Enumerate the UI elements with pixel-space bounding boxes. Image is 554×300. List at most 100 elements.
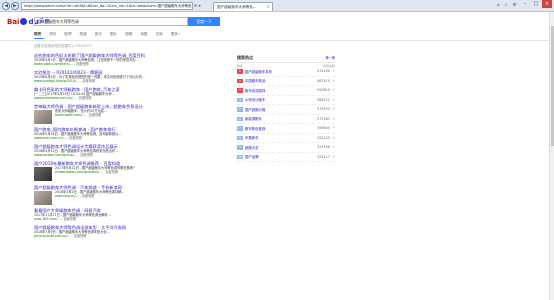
back-button[interactable]: ◀ (2, 2, 10, 10)
snapshot-link[interactable]: 百度快照 (82, 194, 95, 198)
hot-list-item[interactable]: 7 跑车配色推荐 359634 ↑ (237, 124, 335, 134)
result-thumbnail[interactable] (34, 109, 52, 124)
hot-rank-badge: 2 (237, 78, 243, 83)
search-result: 国产2019年最新跑车大师色调推荐 - 百度知道 2017年9月12日 - 国产超… (34, 161, 224, 182)
result-url: www.autohome.com.cn/... - 百度快照 (34, 96, 92, 101)
hot-item-name[interactable]: 国产超级跑车发布 (245, 69, 310, 74)
address-bar[interactable]: https://www.baidu.com/s?ie=utf-8&f=8&rsv… (21, 2, 193, 10)
snapshot-link[interactable]: 百度快照 (105, 170, 118, 174)
search-result: 国产超级跑车大师色调 - 汽车频道 - 手机新浪网 2018年3月2日 - 国产超… (34, 185, 224, 205)
hot-rank-badge: 5 (237, 107, 243, 112)
hot-item-name[interactable]: 国产品牌 (245, 154, 310, 159)
search-result: 趣卡阿色彩的大师级跑车 - 国产跑车_汽车之家 [一二三]2017年5月19日 1… (34, 87, 224, 100)
trend-up-icon: ↑ (332, 126, 335, 131)
result-url: baike.baidu.com/item/... - 百度快照 (34, 62, 89, 67)
result-count: 百度为您找到相关结果约1,250,000个 (34, 44, 92, 48)
hot-item-value: 337456 (317, 145, 330, 150)
refresh-icon[interactable]: ⟳ ▾ (194, 3, 210, 9)
result-url-text: www.cnblogs.com/p/2014/... (34, 79, 80, 84)
result-url-text: auto.163.com/... (34, 217, 61, 222)
search-button[interactable]: 百度一下 (188, 17, 220, 26)
result-url-text: baike.baidu.com/item/... (34, 62, 73, 67)
tab-2[interactable]: 贴吧 (64, 32, 71, 38)
hot-list-item[interactable]: 6 新能源跑车 372361 ↑ (237, 115, 335, 124)
tab-9[interactable]: 更多» (171, 32, 180, 38)
hot-item-name[interactable]: 跑车配色推荐 (245, 126, 310, 131)
result-thumbnail[interactable] (34, 190, 52, 205)
hot-rank-badge: 7 (237, 126, 243, 131)
result-url-text: www.autohome.com.cn/... (34, 96, 76, 101)
tab-3[interactable]: 知道 (80, 32, 87, 38)
browser-toolbar: ◀ ▶ https://www.baidu.com/s?ie=utf-8&f=8… (0, 0, 554, 12)
trend-up-icon: ↑ (332, 97, 335, 102)
hot-list-item[interactable]: 2 中国跑车新品 467410 ↑ (237, 77, 335, 86)
hot-item-value: 420810 (317, 88, 330, 93)
hot-item-value: 352125 (317, 135, 330, 140)
snapshot-link[interactable]: 百度快照 (76, 62, 89, 66)
tab-6[interactable]: 视频 (125, 32, 132, 38)
hot-list-item[interactable]: 3 跑车色调选择 420810 ↑ (237, 86, 335, 96)
hot-item-name[interactable]: 超跑大赏 (245, 145, 310, 150)
hot-item-value: 386212 (317, 97, 330, 102)
trend-up-icon: ↑ (332, 116, 335, 121)
snapshot-link[interactable]: 百度快照 (89, 113, 102, 117)
hot-item-name[interactable]: 大师设计跑车 (245, 97, 310, 102)
maximize-button[interactable]: □ (531, 0, 541, 8)
refresh-hot-link[interactable]: 换一换 (325, 55, 335, 60)
tab-label: 国产超级跑车大师等色... (217, 5, 257, 9)
hot-list-item[interactable]: 1 国产超级跑车发布 474200 ↑ (237, 67, 335, 77)
minimize-button[interactable]: – (520, 0, 530, 8)
hot-item-name[interactable]: 国产超跑价格 (245, 107, 310, 112)
page-scrollbar[interactable] (549, 12, 554, 300)
hot-list-item[interactable]: 9 超跑大赏 337456 ↑ (237, 143, 335, 153)
search-result: 赏神级大师色调 - 国产超级跑车新款上市，超跑车色系设计 色彩大师级跑车，售价约5… (34, 104, 224, 124)
snapshot-link[interactable]: 百度快照 (69, 136, 82, 140)
trend-up-icon: ↑ (332, 69, 335, 74)
snapshot-link[interactable]: 百度快照 (74, 234, 87, 238)
hot-list-item[interactable]: 4 大师设计跑车 386212 ↑ (237, 96, 335, 105)
snapshot-link[interactable]: 百度快照 (79, 96, 92, 100)
hot-rank-badge: 4 (237, 97, 243, 102)
hot-item-value: 359634 (317, 126, 330, 131)
hot-list-item[interactable]: 5 国产超跑价格 379153 ↑ (237, 105, 335, 115)
search-input[interactable]: 国产超级跑车大师等色调 (34, 17, 188, 26)
close-window-button[interactable]: × (542, 0, 552, 8)
forward-button[interactable]: ▶ (11, 2, 19, 10)
hot-rank-badge: 3 (237, 88, 243, 93)
result-url: www.douban.com/group/... - 百度快照 (34, 153, 93, 158)
trend-up-icon: ↑ (332, 78, 335, 83)
hot-list-item[interactable]: 8 车展新车 352125 ↑ (237, 134, 335, 143)
tab-7[interactable]: 地图 (140, 32, 147, 38)
trend-up-icon: ↑ (332, 107, 335, 112)
result-url: zhidao.baidu.com/question/... - 百度快照 (55, 170, 119, 175)
search-result: 实验报告 -- P2014240023 - 博客园 2015年6月6日 - 为了实… (34, 70, 224, 83)
snapshot-link[interactable]: 百度快照 (63, 217, 76, 221)
snapshot-link[interactable]: 百度快照 (80, 153, 93, 157)
hot-item-name[interactable]: 车展新车 (245, 135, 310, 140)
hot-item-name[interactable]: 中国跑车新品 (245, 78, 310, 83)
tab-8[interactable]: 文库 (156, 32, 163, 38)
logo-text-bai: Bai (7, 17, 20, 26)
hot-item-name[interactable]: 新能源跑车 (245, 116, 310, 121)
result-url-text: www.douban.com/group/... (34, 153, 77, 158)
hot-item-name[interactable]: 跑车色调选择 (245, 88, 310, 93)
hot-item-value: 474200 (317, 69, 330, 74)
hot-rank-badge: 10 (237, 154, 243, 159)
hot-item-value: 372361 (317, 116, 330, 121)
trend-up-icon: ↑ (332, 145, 335, 150)
result-url: price.pcauto.com.cn/... - 百度快照 (34, 234, 87, 239)
tab-5[interactable]: 图片 (110, 32, 117, 38)
hot-rank-badge: 1 (237, 69, 243, 74)
toolbar-icons[interactable]: ⌂ ☆ ⚙ (497, 3, 518, 8)
result-thumbnail[interactable] (34, 167, 52, 182)
tab-close-icon[interactable]: × (267, 3, 270, 11)
tab-4[interactable]: 音乐 (95, 32, 102, 38)
result-url: www.xcar.com.cn/... - 百度快照 (34, 136, 82, 141)
tab-1[interactable]: 资讯 (49, 32, 56, 38)
browser-tab-active[interactable]: 国产超级跑车大师等色... × (213, 2, 273, 11)
search-result: 这些跑车的色彩太抢眼了国产超级跑车大师等色调_百度百科 2016年4月3日 - 国… (34, 53, 224, 66)
hot-list-item[interactable]: 10 国产品牌 325117 ↑ (237, 153, 335, 162)
hot-head-rank: 排名 (237, 64, 244, 68)
snapshot-link[interactable]: 百度快照 (82, 79, 95, 83)
trend-up-icon: ↑ (332, 88, 335, 93)
